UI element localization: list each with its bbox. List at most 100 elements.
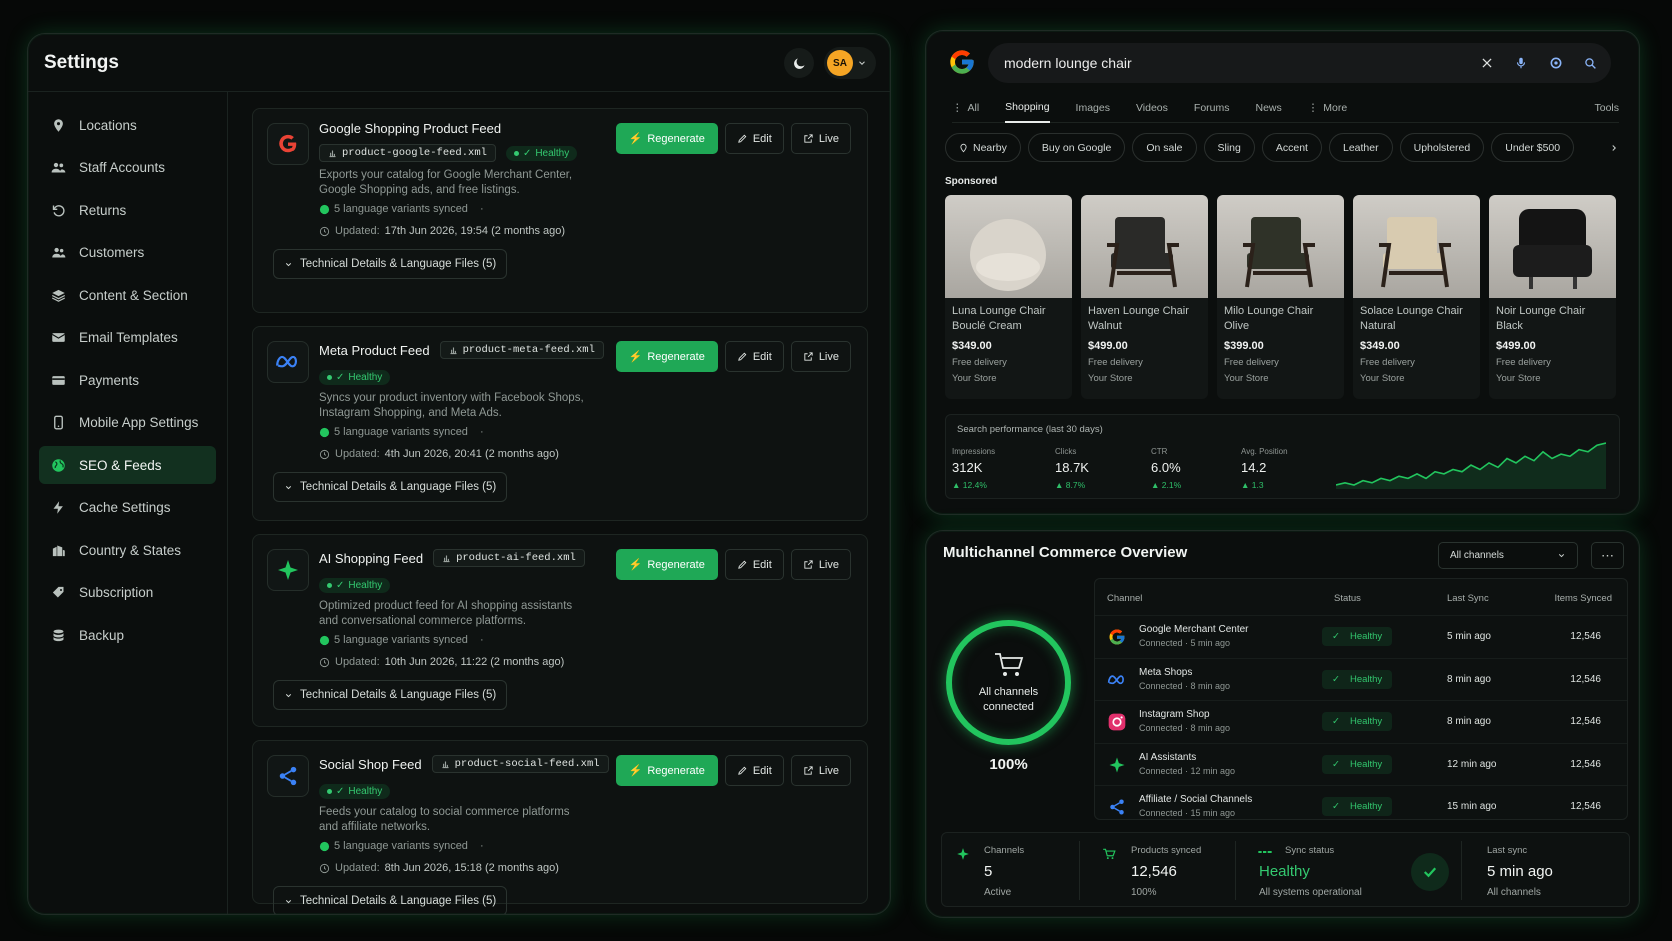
edit-button[interactable]: Edit — [724, 123, 784, 154]
items-synced: 12,546 — [1570, 758, 1601, 770]
clear-icon[interactable] — [1480, 56, 1494, 70]
technical-details-toggle[interactable]: Technical Details & Language Files (5) — [273, 249, 508, 279]
regenerate-button[interactable]: ⚡ Regenerate — [615, 123, 718, 154]
table-row[interactable]: AI Assistants Connected · 12 min ago ✓ He… — [1095, 742, 1627, 785]
edit-button[interactable]: Edit — [724, 755, 784, 786]
filter-chip[interactable]: Upholstered — [1399, 133, 1485, 162]
tools-button[interactable]: Tools — [1594, 102, 1619, 114]
theme-toggle-button[interactable] — [784, 48, 814, 78]
moon-icon — [793, 58, 804, 69]
tab-images[interactable]: Images — [1076, 93, 1110, 123]
header-channel: Channel — [1107, 593, 1143, 604]
sync-text: 5 language variants synced — [334, 840, 468, 852]
chevron-right-icon[interactable] — [1609, 142, 1619, 154]
file-tree-icon — [329, 150, 336, 157]
table-row[interactable]: Affiliate / Social Channels Connected · … — [1095, 785, 1627, 827]
tab-shopping[interactable]: Shopping — [1005, 93, 1050, 123]
sidebar-item-backup[interactable]: Backup — [39, 616, 216, 654]
table-row[interactable]: Google Merchant Center Connected · 5 min… — [1095, 615, 1627, 657]
live-button[interactable]: Live — [790, 123, 851, 154]
technical-details-toggle[interactable]: Technical Details & Language Files (5) — [273, 680, 508, 710]
sidebar-item-seo-feeds[interactable]: SEO & Feeds — [39, 446, 216, 484]
tab-videos[interactable]: Videos — [1136, 93, 1168, 123]
live-button[interactable]: Live — [790, 549, 851, 580]
filter-chip[interactable]: Accent — [1261, 133, 1322, 162]
channel-connection: Connected · 5 min ago — [1139, 638, 1231, 648]
technical-details-toggle[interactable]: Technical Details & Language Files (5) — [273, 886, 508, 914]
live-button[interactable]: Live — [790, 341, 851, 372]
technical-details-toggle[interactable]: Technical Details & Language Files (5) — [273, 472, 508, 502]
regenerate-button[interactable]: ⚡ Regenerate — [615, 755, 718, 786]
product-card[interactable]: Solace Lounge Chair Natural $349.00 Free… — [1353, 195, 1480, 399]
sidebar-item-cache-settings[interactable]: Cache Settings — [39, 489, 216, 527]
user-menu-button[interactable]: SA — [824, 47, 876, 79]
filter-chip[interactable]: Nearby — [945, 133, 1021, 162]
sidebar-item-locations[interactable]: Locations — [39, 106, 216, 144]
edit-label: Edit — [752, 558, 772, 571]
filter-chip[interactable]: Leather — [1328, 133, 1393, 162]
last-sync: 12 min ago — [1447, 758, 1497, 770]
microphone-icon[interactable] — [1514, 55, 1528, 71]
sidebar-item-email-templates[interactable]: Email Templates — [39, 319, 216, 357]
google-shopping-panel: modern lounge chair ⋮ All Shopping Images Vi… — [925, 30, 1640, 515]
filter-chip[interactable]: Under $500 — [1491, 133, 1575, 162]
sidebar-item-label: Content & Section — [79, 287, 188, 303]
settings-sidebar: Locations Staff Accounts Returns Customers C… — [28, 92, 228, 914]
sidebar-item-label: Backup — [79, 627, 125, 643]
chip-label: Sling — [1217, 141, 1241, 154]
regenerate-button[interactable]: ⚡ Regenerate — [615, 549, 718, 580]
stat-sub: 100% — [1131, 887, 1157, 898]
feed-actions: ⚡ Regenerate Edit Live — [615, 549, 851, 580]
tab-news[interactable]: News — [1256, 93, 1282, 123]
sidebar-item-label: Payments — [79, 372, 140, 388]
updated-value: 4th Jun 2026, 20:41 (2 months ago) — [384, 448, 559, 460]
filter-chip[interactable]: Sling — [1203, 133, 1255, 162]
pencil-icon — [738, 560, 747, 569]
more-options-button[interactable]: ⋯ — [1591, 542, 1624, 569]
chevron-down-icon — [1558, 554, 1565, 558]
live-label: Live — [818, 132, 839, 145]
product-card[interactable]: Haven Lounge Chair Walnut $499.00 Free d… — [1081, 195, 1208, 399]
status-label: Healthy — [1349, 673, 1383, 685]
filter-chip[interactable]: On sale — [1132, 133, 1197, 162]
filter-chip[interactable]: Buy on Google — [1027, 133, 1126, 162]
table-row[interactable]: Meta Shops Connected · 8 min ago ✓ Health… — [1095, 657, 1627, 700]
tab-forums[interactable]: Forums — [1194, 93, 1230, 123]
external-link-icon — [804, 352, 813, 361]
sidebar-item-staff-accounts[interactable]: Staff Accounts — [39, 149, 216, 187]
return-icon — [52, 204, 65, 216]
product-card[interactable]: Milo Lounge Chair Olive $399.00 Free del… — [1217, 195, 1344, 399]
ring-percentage: 100% — [989, 756, 1028, 773]
lens-icon[interactable] — [1548, 55, 1564, 71]
product-card[interactable]: Noir Lounge Chair Black $499.00 Free del… — [1489, 195, 1616, 399]
product-image — [1081, 195, 1208, 298]
last-sync: 5 min ago — [1447, 631, 1491, 642]
search-bar[interactable]: modern lounge chair — [988, 43, 1611, 83]
sidebar-item-returns[interactable]: Returns — [39, 191, 216, 229]
feed-updated: Updated: 10th Jun 2026, 11:22 (2 months a… — [319, 656, 853, 668]
last-sync: 8 min ago — [1447, 673, 1491, 685]
product-delivery: Free delivery — [1224, 357, 1279, 368]
search-icon[interactable] — [1584, 57, 1597, 70]
channel-filter-select[interactable]: All channels — [1438, 542, 1578, 569]
feed-description: Syncs your product inventory with Facebo… — [319, 392, 584, 419]
live-button[interactable]: Live — [790, 755, 851, 786]
product-card[interactable]: Luna Lounge Chair Bouclé Cream $349.00 F… — [945, 195, 1072, 399]
tab-more[interactable]: ⋮ More — [1308, 93, 1347, 123]
sidebar-item-customers[interactable]: Customers — [39, 234, 216, 272]
table-row[interactable]: Instagram Shop Connected · 8 min ago ✓ He… — [1095, 700, 1627, 742]
regenerate-button[interactable]: ⚡ Regenerate — [615, 341, 718, 372]
sidebar-item-mobile-app-settings[interactable]: Mobile App Settings — [39, 404, 216, 442]
channel-name: Instagram Shop — [1139, 709, 1210, 720]
sidebar-item-payments[interactable]: Payments — [39, 361, 216, 399]
metric-change-value: 1.3 — [1251, 480, 1264, 490]
sidebar-item-content-section[interactable]: Content & Section — [39, 276, 216, 314]
tab-all[interactable]: ⋮ All — [952, 93, 979, 123]
technical-details-label: Technical Details & Language Files (5) — [300, 895, 497, 907]
ring-label: All channels connected — [978, 685, 1039, 713]
edit-button[interactable]: Edit — [724, 341, 784, 372]
sidebar-item-country-states[interactable]: Country & States — [39, 531, 216, 569]
edit-button[interactable]: Edit — [724, 549, 784, 580]
search-input[interactable]: modern lounge chair — [1004, 55, 1132, 71]
sidebar-item-subscription[interactable]: Subscription — [39, 574, 216, 612]
